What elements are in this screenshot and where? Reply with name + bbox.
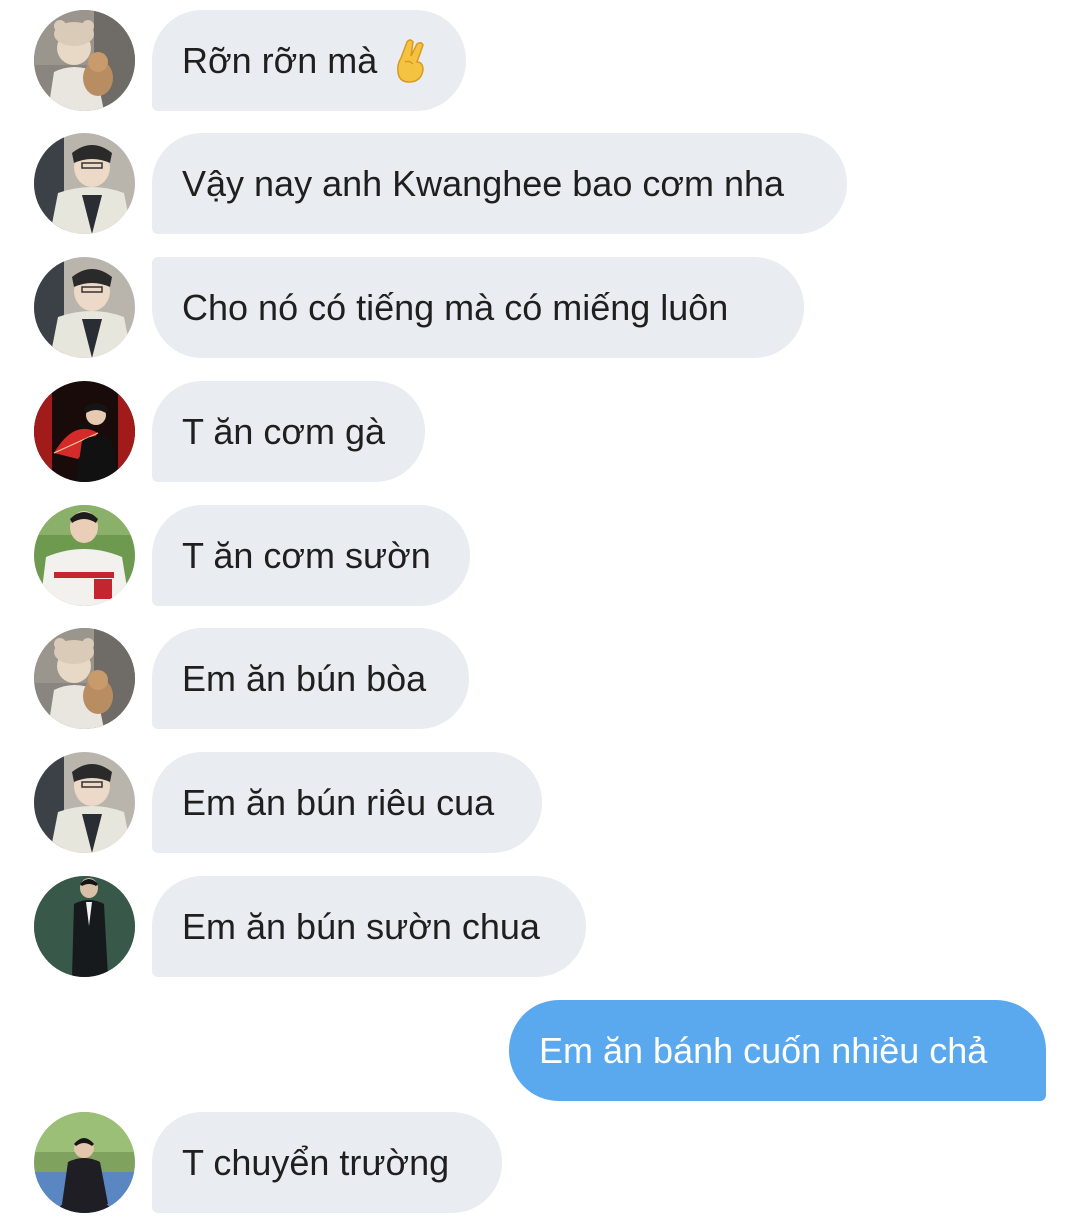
message-row: Vậy nay anh Kwanghee bao cơm nha [0,133,1080,235]
avatar-bear-hat[interactable] [34,628,135,729]
message-text: Em ăn bánh cuốn nhiều chả [539,1029,988,1071]
avatar-red-fan[interactable] [34,381,135,482]
message-bubble: T chuyển trường [152,1112,502,1213]
avatar-cardigan[interactable] [34,257,135,358]
message-row: Cho nó có tiếng mà có miếng luôn [0,257,1080,359]
message-row: T ăn cơm sườn [0,505,1080,607]
message-bubble: Em ăn bún sườn chua [152,876,586,977]
message-bubble: Em ăn bún riêu cua [152,752,542,853]
message-row: T chuyển trường [0,1112,1080,1214]
avatar-bear-hat[interactable] [34,10,135,111]
message-bubble: T ăn cơm gà [152,381,425,482]
message-bubble: T ăn cơm sườn [152,505,470,606]
message-bubble: Cho nó có tiếng mà có miếng luôn [152,257,804,358]
avatar-black-suit[interactable] [34,876,135,977]
message-bubble: Vậy nay anh Kwanghee bao cơm nha [152,133,847,234]
message-text: Em ăn bún sườn chua [182,905,540,947]
message-text: T chuyển trường [182,1141,450,1183]
avatar-cardigan[interactable] [34,133,135,234]
message-row: Em ăn bún sườn chua [0,876,1080,978]
chat-thread: Rỡn rỡn mà Vậy nay anh Kwanghee bao cơm … [0,0,1080,1228]
message-row: Em ăn bún riêu cua [0,752,1080,854]
message-text: Vậy nay anh Kwanghee bao cơm nha [182,162,785,204]
message-bubble: Em ăn bún bòa [152,628,469,729]
message-text: Cho nó có tiếng mà có miếng luôn [182,286,729,328]
message-text: Rỡn rỡn mà [182,39,378,81]
message-bubble-outgoing: Em ăn bánh cuốn nhiều chả [509,1000,1046,1101]
message-text: T ăn cơm gà [182,410,386,452]
avatar-outdoor-court[interactable] [34,1112,135,1213]
message-bubble: Rỡn rỡn mà [152,10,466,111]
message-row: T ăn cơm gà [0,381,1080,483]
message-row: Em ăn bánh cuốn nhiều chả [0,1000,1080,1102]
message-text: Em ăn bún riêu cua [182,781,495,823]
crossed-fingers-icon [393,38,427,84]
message-text: T ăn cơm sườn [182,534,431,576]
avatar-cardigan[interactable] [34,752,135,853]
message-row: Rỡn rỡn mà [0,10,1080,112]
message-text: Em ăn bún bòa [182,657,427,699]
message-row: Em ăn bún bòa [0,628,1080,730]
avatar-baseball-jersey[interactable] [34,505,135,606]
